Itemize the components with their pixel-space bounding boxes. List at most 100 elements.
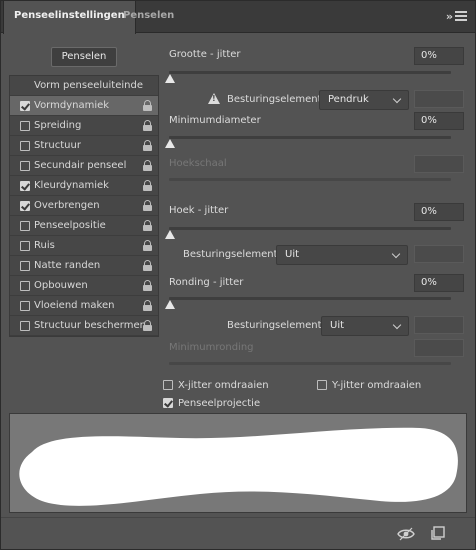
- min-roundness-slider-track: [169, 362, 451, 365]
- list-item-label: Vormdynamiek: [34, 100, 110, 111]
- list-item-vloeiend-maken[interactable]: Vloeiend maken: [10, 296, 158, 316]
- roundness-control-value: Uit: [330, 320, 345, 331]
- angle-jitter-label: Hoek - jitter: [169, 205, 229, 216]
- lock-icon[interactable]: [143, 220, 152, 231]
- min-diameter-slider-track[interactable]: [169, 136, 451, 139]
- brush-stroke-shape: [19, 427, 458, 506]
- angle-jitter-slider-track[interactable]: [169, 227, 451, 230]
- list-item-checkbox[interactable]: [20, 321, 30, 331]
- brush-stroke-preview-graphic: [19, 427, 458, 506]
- list-item-checkbox[interactable]: [20, 201, 30, 211]
- size-jitter-label: Grootte - jitter: [169, 49, 241, 60]
- min-diameter-slider-thumb[interactable]: [165, 139, 175, 148]
- roundness-jitter-label: Ronding - jitter: [169, 277, 244, 288]
- roundness-control-extra-field[interactable]: [414, 316, 464, 334]
- list-item-label: Structuur: [34, 140, 81, 151]
- angle-jitter-slider-thumb[interactable]: [165, 230, 175, 239]
- lock-icon[interactable]: [143, 120, 152, 131]
- brush-stroke-preview: [9, 413, 467, 513]
- angle-control-extra-field[interactable]: [414, 245, 464, 263]
- tab-brushes[interactable]: Penselen: [113, 1, 184, 33]
- list-item-checkbox[interactable]: [20, 241, 30, 251]
- tab-bar: Penseelinstellingen Penselen ››: [1, 1, 475, 34]
- list-item-checkbox[interactable]: [20, 301, 30, 311]
- menu-icon[interactable]: [455, 11, 467, 21]
- list-item-brush-tip-shape[interactable]: Vorm penseeluiteinde: [10, 76, 158, 96]
- panel-footer: [1, 517, 475, 549]
- list-item-checkbox[interactable]: [20, 101, 30, 111]
- flip-y-label: Y-jitter omdraaien: [332, 380, 422, 391]
- chevron-down-icon: [391, 249, 401, 259]
- list-item-label: Vloeiend maken: [34, 300, 115, 311]
- list-item-label: Secundair penseel: [34, 160, 127, 171]
- list-item-checkbox[interactable]: [20, 121, 30, 131]
- brushes-button[interactable]: Penselen: [51, 47, 117, 67]
- list-item-structuur-beschermen[interactable]: Structuur beschermen: [10, 316, 158, 336]
- angle-control-dropdown[interactable]: Uit: [276, 245, 408, 265]
- list-item-label: Penseelpositie: [34, 220, 106, 231]
- list-item-checkbox[interactable]: [20, 281, 30, 291]
- lock-icon[interactable]: [143, 280, 152, 291]
- size-control-dropdown[interactable]: Pendruk: [319, 90, 409, 110]
- list-item-checkbox[interactable]: [20, 181, 30, 191]
- roundness-jitter-slider-track[interactable]: [169, 297, 451, 300]
- lock-icon[interactable]: [143, 260, 152, 271]
- size-jitter-slider-thumb[interactable]: [165, 74, 175, 83]
- list-item-label: Natte randen: [34, 260, 101, 271]
- list-item-secundair-penseel[interactable]: Secundair penseel: [10, 156, 158, 176]
- list-item-checkbox[interactable]: [20, 221, 30, 231]
- list-item-checkbox[interactable]: [20, 161, 30, 171]
- list-item-opbouwen[interactable]: Opbouwen: [10, 276, 158, 296]
- list-item-label: Vorm penseeluiteinde: [34, 80, 143, 91]
- size-jitter-slider-track[interactable]: [169, 71, 451, 74]
- list-item-penseelpositie[interactable]: Penseelpositie: [10, 216, 158, 236]
- lock-icon[interactable]: [143, 200, 152, 211]
- list-item-natte-randen[interactable]: Natte randen: [10, 256, 158, 276]
- lock-icon[interactable]: [143, 160, 152, 171]
- collapse-icon[interactable]: ››: [446, 10, 453, 23]
- min-diameter-value[interactable]: 0%: [414, 112, 464, 130]
- eye-icon[interactable]: [397, 527, 415, 541]
- size-control-extra-field[interactable]: [414, 90, 464, 108]
- brush-settings-panel: Penseelinstellingen Penselen ›› Penselen…: [0, 0, 476, 550]
- size-control-label: Besturingselement:: [227, 94, 325, 105]
- list-item-label: Spreiding: [34, 120, 82, 131]
- warning-icon: [208, 93, 220, 104]
- new-brush-icon[interactable]: [431, 526, 445, 540]
- flip-x-label: X-jitter omdraaien: [178, 380, 269, 391]
- roundness-jitter-value[interactable]: 0%: [414, 274, 464, 292]
- roundness-jitter-slider-thumb[interactable]: [165, 300, 175, 309]
- list-item-overbrengen[interactable]: Overbrengen: [10, 196, 158, 216]
- size-jitter-value[interactable]: 0%: [414, 47, 464, 65]
- tilt-scale-slider-track: [169, 178, 451, 181]
- list-item-label: Opbouwen: [34, 280, 88, 291]
- chevron-down-icon: [392, 320, 402, 330]
- brush-projection-checkbox[interactable]: [163, 398, 173, 408]
- brush-projection-label: Penseelprojectie: [178, 398, 261, 409]
- flip-x-checkbox[interactable]: [163, 380, 173, 390]
- lock-icon[interactable]: [143, 320, 152, 331]
- list-item-ruis[interactable]: Ruis: [10, 236, 158, 256]
- list-item-spreiding[interactable]: Spreiding: [10, 116, 158, 136]
- list-item-checkbox[interactable]: [20, 261, 30, 271]
- list-item-vormdynamiek[interactable]: Vormdynamiek: [10, 96, 158, 116]
- angle-control-value: Uit: [285, 249, 300, 260]
- list-item-kleurdynamiek[interactable]: Kleurdynamiek: [10, 176, 158, 196]
- angle-jitter-value[interactable]: 0%: [414, 203, 464, 221]
- list-item-label: Overbrengen: [34, 200, 100, 211]
- lock-icon[interactable]: [143, 300, 152, 311]
- angle-control-label: Besturingselement:: [183, 249, 281, 260]
- list-item-label: Structuur beschermen: [34, 320, 146, 331]
- flip-y-checkbox[interactable]: [317, 380, 327, 390]
- list-item-checkbox[interactable]: [20, 141, 30, 151]
- roundness-control-dropdown[interactable]: Uit: [321, 316, 409, 336]
- lock-icon[interactable]: [143, 240, 152, 251]
- lock-icon[interactable]: [143, 100, 152, 111]
- list-item-structuur[interactable]: Structuur: [10, 136, 158, 156]
- lock-icon[interactable]: [143, 140, 152, 151]
- min-diameter-label: Minimumdiameter: [169, 115, 261, 126]
- tilt-scale-value: [414, 155, 464, 173]
- lock-icon[interactable]: [143, 180, 152, 191]
- roundness-control-label: Besturingselement:: [227, 320, 325, 331]
- min-roundness-value: [414, 339, 464, 357]
